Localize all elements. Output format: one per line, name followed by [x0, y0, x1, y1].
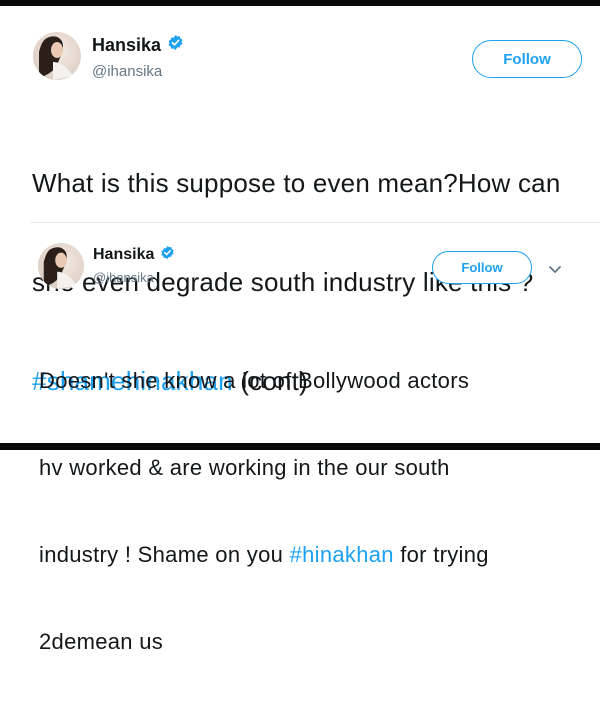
user-handle[interactable]: @ihansika — [92, 63, 162, 80]
chevron-down-icon[interactable] — [548, 262, 562, 280]
tweet-line: hv worked & are working in the our south — [39, 455, 450, 480]
user-name[interactable]: Hansika — [93, 246, 154, 264]
verified-badge-icon — [160, 245, 175, 265]
tweet-line: What is this suppose to even mean?How ca… — [32, 168, 561, 198]
avatar[interactable] — [33, 32, 81, 80]
bottom-frame-border — [0, 443, 600, 450]
user-name[interactable]: Hansika — [92, 35, 161, 56]
tweet-card-1: Hansika @ihansika Follow What is this su… — [0, 6, 600, 396]
tweet-line: 2demean us — [39, 629, 164, 654]
follow-button[interactable]: Follow — [472, 40, 582, 78]
tweet-text: Doesn't she know a lot of Bollywood acto… — [39, 308, 579, 714]
tweet-line: Doesn't she know a lot of Bollywood acto… — [39, 368, 470, 393]
avatar[interactable] — [38, 243, 84, 289]
tweet-line-prefix: industry ! Shame on you — [39, 542, 290, 567]
tweet-line: industry ! Shame on you #hinakhan for tr… — [39, 540, 579, 569]
user-handle[interactable]: @ihansika — [93, 270, 154, 285]
verified-badge-icon — [167, 34, 184, 56]
tweet-card-2: Hansika @ihansika Follow Doesn't she kno… — [0, 226, 600, 654]
hashtag-link[interactable]: #hinakhan — [290, 542, 394, 567]
tweet-divider — [30, 222, 600, 223]
follow-button[interactable]: Follow — [432, 251, 532, 284]
tweet-line-suffix: for trying — [393, 542, 489, 567]
